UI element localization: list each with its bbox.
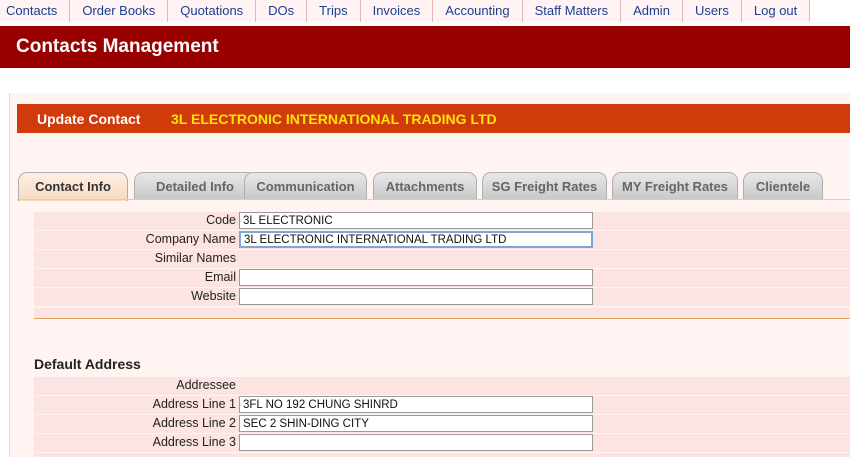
- address-line-2-label: Address Line 2: [152, 416, 236, 430]
- email-field[interactable]: [239, 269, 593, 286]
- address-line-3-label: Address Line 3: [152, 435, 236, 449]
- section-divider: [34, 318, 850, 319]
- code-field[interactable]: [239, 212, 593, 229]
- nav-users[interactable]: Users: [682, 0, 742, 22]
- update-contact-bar: Update Contact 3L ELECTRONIC INTERNATION…: [17, 104, 850, 133]
- nav-accounting[interactable]: Accounting: [433, 0, 523, 22]
- company-name-field[interactable]: [239, 231, 593, 248]
- website-label: Website: [191, 289, 236, 303]
- nav-admin[interactable]: Admin: [621, 0, 683, 22]
- nav-staff-matters[interactable]: Staff Matters: [522, 0, 622, 22]
- tab-divider: [17, 199, 850, 200]
- nav-contacts[interactable]: Contacts: [0, 0, 71, 22]
- nav-order-books[interactable]: Order Books: [70, 0, 169, 22]
- tab-sg-freight-rates[interactable]: SG Freight Rates: [482, 172, 607, 199]
- addressee-label: Addressee: [176, 378, 236, 392]
- tab-my-freight-rates[interactable]: MY Freight Rates: [612, 172, 738, 199]
- row-address-line-2: Address Line 2: [34, 415, 850, 433]
- contact-name: 3L ELECTRONIC INTERNATIONAL TRADING LTD: [171, 111, 497, 127]
- nav-log-out[interactable]: Log out: [741, 0, 811, 22]
- tab-attachments[interactable]: Attachments: [373, 172, 477, 199]
- row-company-name: Company Name: [34, 231, 850, 249]
- update-contact-label: Update Contact: [37, 111, 141, 127]
- page-title: Contacts Management: [16, 36, 219, 57]
- nav-dos[interactable]: DOs: [256, 0, 308, 22]
- address-line-1-field[interactable]: [239, 396, 593, 413]
- address-line-2-field[interactable]: [239, 415, 593, 432]
- similar-names-label: Similar Names: [154, 251, 236, 265]
- row-address-line-1: Address Line 1: [34, 396, 850, 414]
- tab-detailed-info[interactable]: Detailed Info: [134, 172, 256, 199]
- tab-contact-info[interactable]: Contact Info: [18, 172, 128, 201]
- bottom-shade: [34, 453, 850, 457]
- nav-quotations[interactable]: Quotations: [168, 0, 257, 22]
- spacer-shade: [34, 308, 850, 318]
- row-code: Code: [34, 212, 850, 230]
- address-line-3-field[interactable]: [239, 434, 593, 451]
- page-banner: Contacts Management: [0, 26, 850, 68]
- row-addressee: Addressee: [34, 377, 850, 395]
- website-field[interactable]: [239, 288, 593, 305]
- tab-communication[interactable]: Communication: [244, 172, 367, 199]
- row-website: Website: [34, 288, 850, 306]
- company-name-label: Company Name: [145, 232, 236, 246]
- nav-invoices[interactable]: Invoices: [360, 0, 434, 22]
- tab-clientele[interactable]: Clientele: [743, 172, 823, 199]
- code-label: Code: [206, 213, 236, 227]
- email-label: Email: [204, 270, 236, 284]
- top-nav: Contacts Order Books Quotations DOs Trip…: [0, 0, 850, 22]
- default-address-heading: Default Address: [34, 356, 141, 372]
- nav-trips[interactable]: Trips: [307, 0, 361, 22]
- address-line-1-label: Address Line 1: [152, 397, 236, 411]
- row-similar-names: Similar Names: [34, 250, 850, 268]
- row-email: Email: [34, 269, 850, 287]
- row-address-line-3: Address Line 3: [34, 434, 850, 452]
